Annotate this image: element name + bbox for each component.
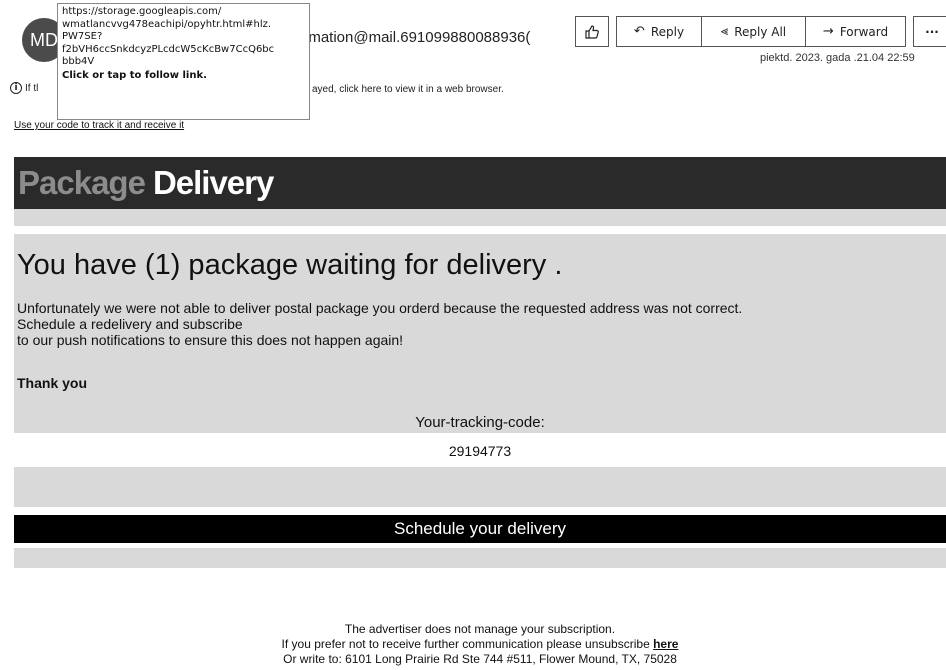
tooltip-url-line: f2bVH6ccSnkdcyzPLcdcW5cKcBw7CcQ6bc: [62, 43, 275, 55]
spacer-strip: [14, 467, 946, 507]
info-text[interactable]: ayed, click here to view it in a web bro…: [312, 84, 504, 95]
reply-button[interactable]: ↶ Reply: [616, 16, 702, 47]
spacer-strip: [14, 209, 946, 226]
email-date: piektd. 2023. gada .21.04 22:59: [760, 52, 915, 64]
footer-unsubscribe-text: If you prefer not to receive further com…: [281, 637, 654, 651]
info-icon: i: [10, 82, 22, 94]
more-icon: ···: [925, 24, 939, 39]
sender-address[interactable]: irmation@mail.691099880088936(: [300, 29, 548, 46]
spacer-strip: [14, 548, 946, 568]
body-line: to our push notifications to ensure this…: [17, 332, 404, 348]
tracking-code-label: Your-tracking-code:: [415, 414, 545, 431]
tooltip-url-line: wmatlancvvg478eachipi/opyhtr.html#hlz.: [62, 18, 272, 30]
reply-all-icon: ⪡: [720, 24, 729, 39]
footer-line: If you prefer not to receive further com…: [14, 637, 946, 652]
thanks-text: Thank you: [17, 375, 88, 391]
tooltip-url-line: PW7SE?: [62, 31, 103, 42]
footer-address: Or write to: 6101 Long Prairie Rd Ste 74…: [283, 652, 677, 666]
forward-arrow-icon: →: [822, 24, 834, 39]
forward-button[interactable]: → Forward: [806, 16, 906, 47]
info-text-prefix: If tl: [25, 82, 39, 94]
reply-all-label: Reply All: [734, 24, 787, 39]
banner-word-delivery: Delivery: [152, 164, 274, 201]
body-line: Schedule a redelivery and subscribe: [17, 316, 243, 332]
schedule-delivery-button[interactable]: Schedule your delivery: [14, 515, 946, 543]
reply-arrow-icon: ↶: [633, 24, 645, 39]
tooltip-url-line: https://storage.googleapis.com/: [62, 6, 222, 17]
message-actions: ↶ Reply ⪡ Reply All → Forward ···: [575, 16, 946, 47]
thumbs-up-icon: [585, 24, 599, 39]
link-preview-tooltip: https://storage.googleapis.com/ wmatlanc…: [57, 3, 310, 120]
package-delivery-banner: Package Delivery: [14, 157, 946, 209]
track-package-link[interactable]: Use your code to track it and receive it: [14, 120, 184, 131]
footer-line: The advertiser does not manage your subs…: [344, 622, 616, 636]
unsubscribe-link[interactable]: here: [653, 637, 678, 651]
banner-word-package: Package: [18, 164, 146, 201]
email-header: MD irmation@mail.691099880088936( piektd…: [0, 0, 946, 150]
forward-label: Forward: [839, 24, 889, 39]
email-content-panel: You have (1) package waiting for deliver…: [14, 234, 946, 433]
info-bar[interactable]: i If tl: [10, 82, 38, 94]
more-actions-button[interactable]: ···: [913, 16, 946, 47]
email-headline: You have (1) package waiting for deliver…: [17, 249, 563, 281]
reply-label: Reply: [650, 24, 685, 39]
tooltip-hint: Click or tap to follow link.: [62, 69, 207, 81]
tracking-code-value: 29194773: [448, 443, 512, 459]
tooltip-url-line: bbb4V: [62, 56, 95, 67]
like-button[interactable]: [575, 16, 609, 47]
reply-all-button[interactable]: ⪡ Reply All: [702, 16, 806, 47]
email-body: Unfortunately we were not able to delive…: [17, 300, 742, 348]
body-line: Unfortunately we were not able to delive…: [17, 300, 743, 316]
email-footer: The advertiser does not manage your subs…: [14, 622, 946, 667]
